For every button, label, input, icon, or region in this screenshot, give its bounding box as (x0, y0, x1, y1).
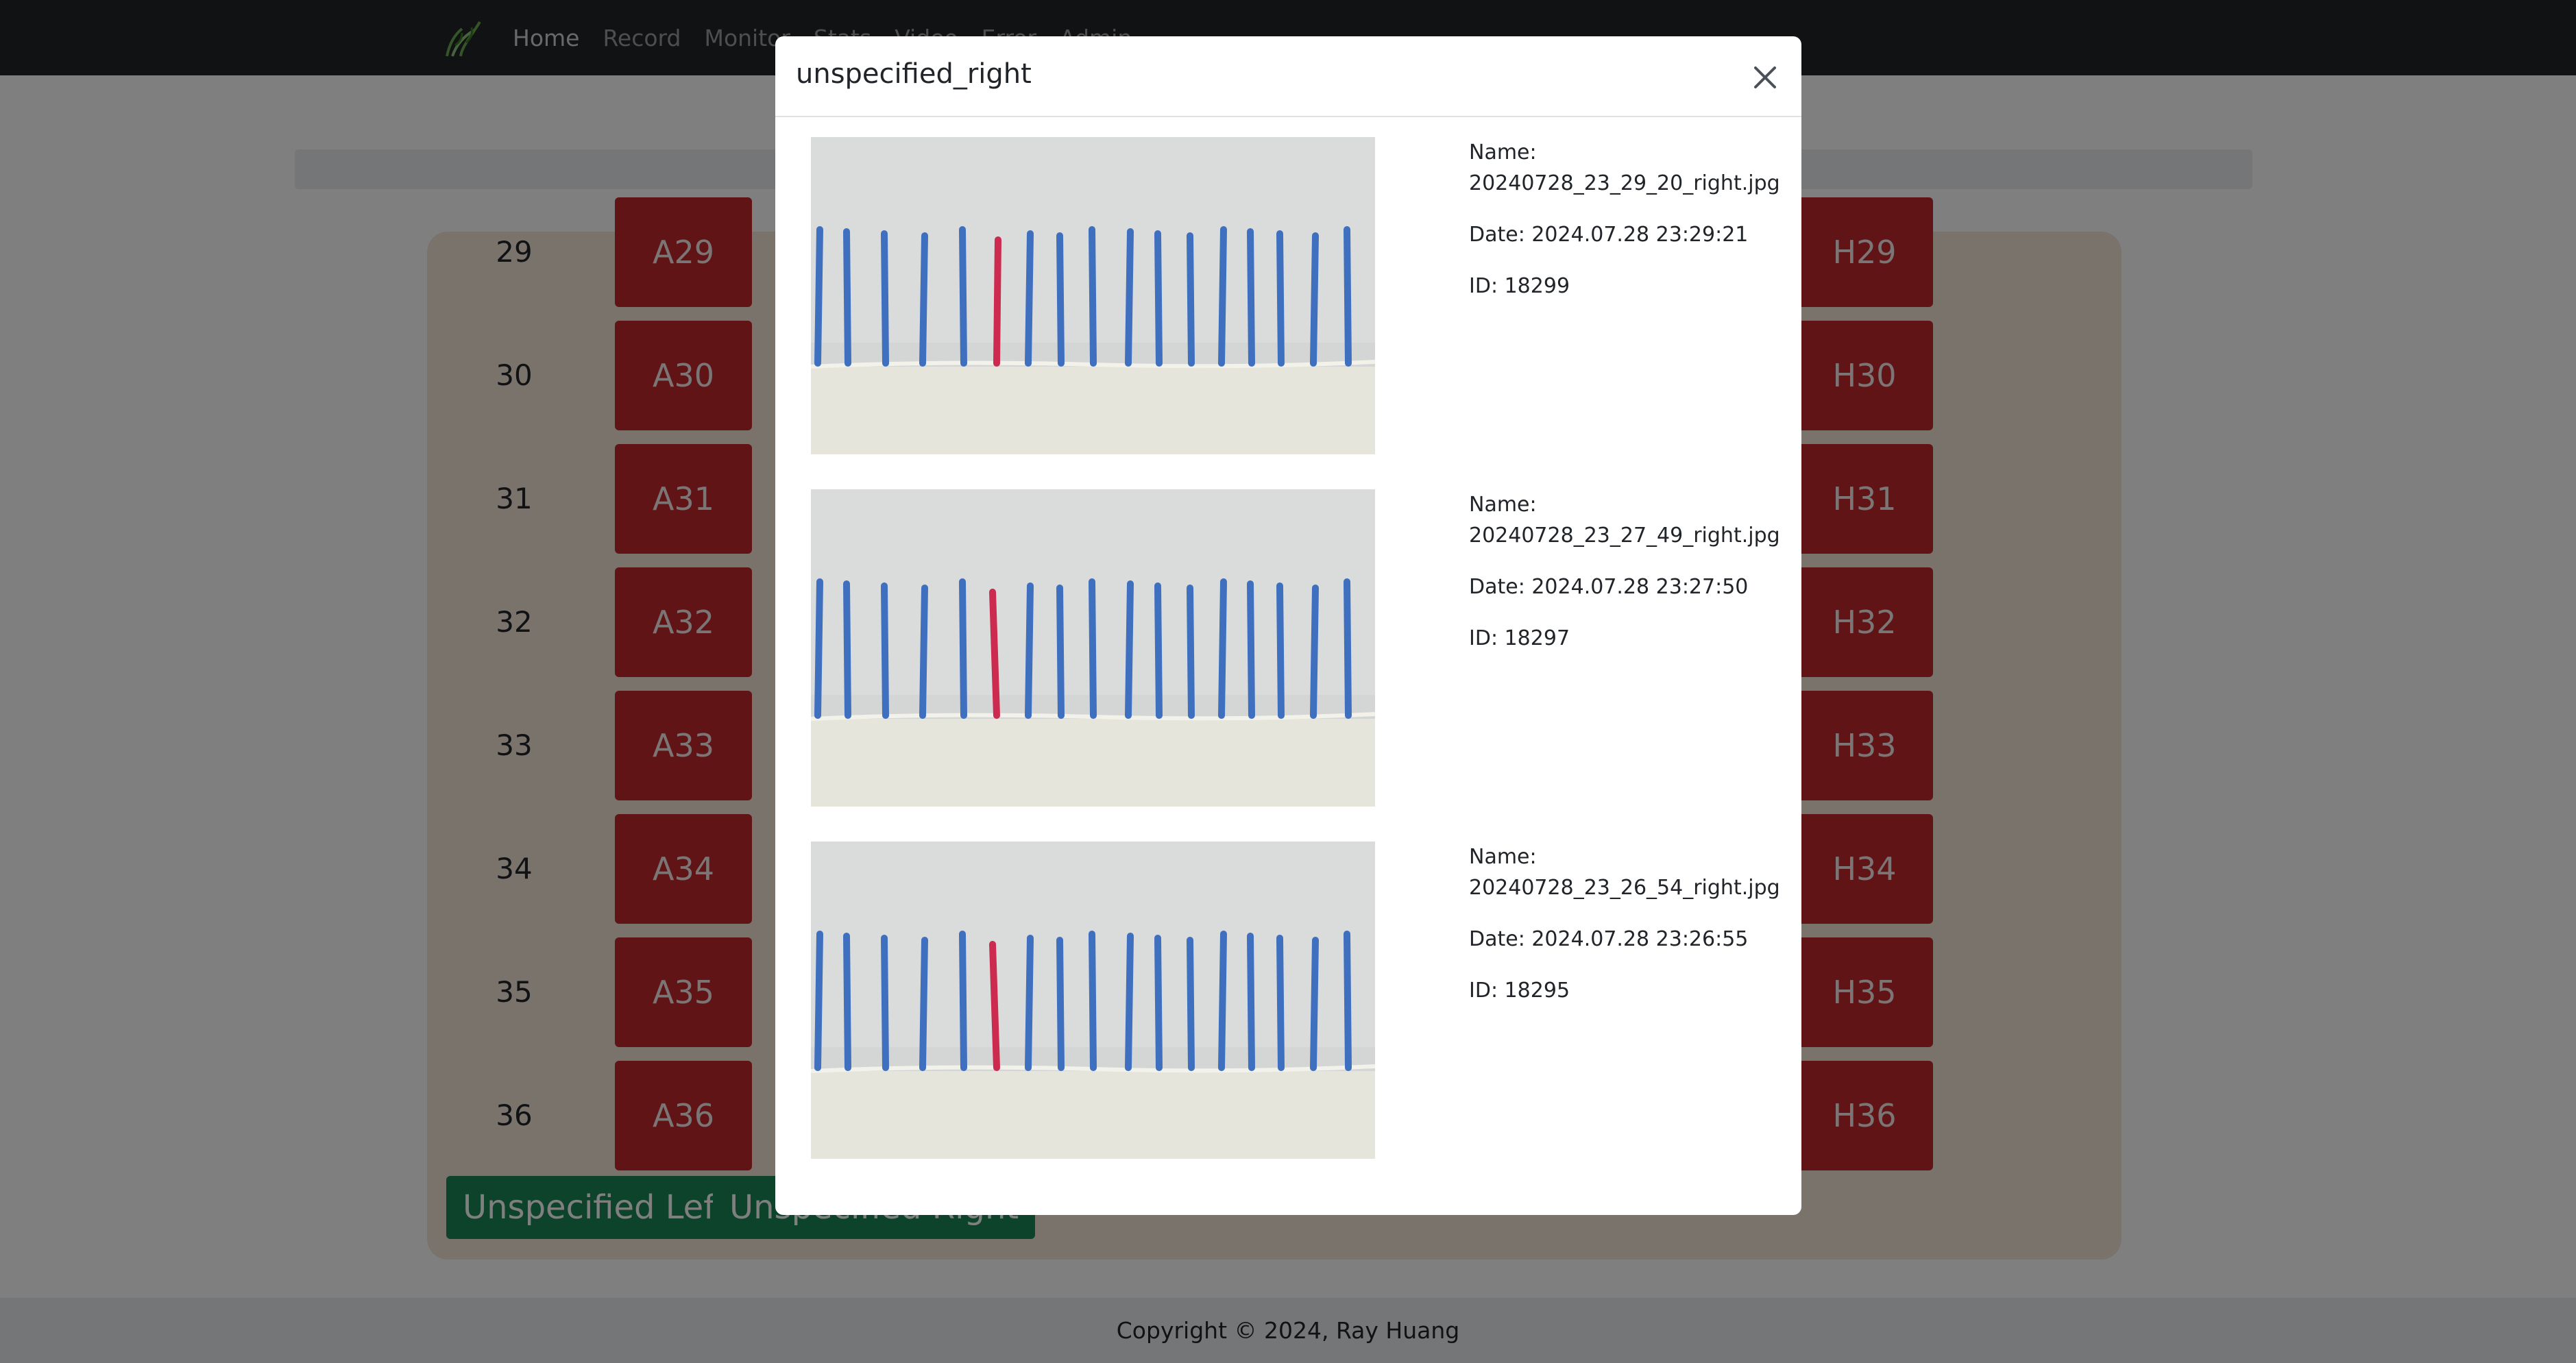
blue-seedling-stick (1154, 582, 1163, 719)
blue-seedling-stick (1125, 933, 1134, 1071)
blue-seedling-stick (959, 226, 967, 367)
blue-seedling-stick (881, 582, 889, 719)
blue-seedling-stick (881, 935, 889, 1071)
image-id: ID: 18297 (1469, 626, 1570, 650)
blue-seedling-stick (1218, 931, 1227, 1071)
capture-date: Date: 2024.07.28 23:29:21 (1469, 223, 1749, 247)
blue-seedling-stick (1025, 582, 1034, 719)
close-icon[interactable] (1749, 61, 1782, 94)
blue-seedling-stick (1276, 582, 1285, 719)
image-id: ID: 18299 (1469, 274, 1570, 298)
blue-seedling-stick (881, 230, 889, 367)
blue-seedling-stick (1154, 230, 1163, 367)
seedling-photo[interactable] (811, 489, 1375, 807)
blue-seedling-stick (1310, 937, 1319, 1071)
image-entry: Name: 20240728_23_29_20_right.jpg Date: … (811, 137, 1784, 456)
modal-title: unspecified_right (796, 58, 1032, 90)
blue-seedling-stick (843, 933, 851, 1071)
blue-seedling-stick (1187, 232, 1195, 367)
capture-date: Date: 2024.07.28 23:27:50 (1469, 575, 1749, 599)
blue-seedling-stick (1218, 578, 1227, 719)
blue-seedling-stick (1089, 578, 1097, 719)
image-entry: Name: 20240728_23_27_49_right.jpg Date: … (811, 489, 1784, 808)
seedling-photo[interactable] (811, 137, 1375, 454)
name-label: Name: (1469, 845, 1537, 869)
red-seedling-stick (989, 941, 1000, 1071)
blue-seedling-stick (1187, 937, 1195, 1071)
modal-header: unspecified_right (775, 36, 1801, 117)
blue-seedling-stick (1276, 230, 1285, 367)
name-label: Name: (1469, 140, 1537, 164)
file-name: 20240728_23_29_20_right.jpg (1469, 171, 1780, 195)
blue-seedling-stick (814, 226, 823, 367)
red-seedling-stick (993, 236, 1001, 367)
blue-seedling-stick (1125, 580, 1134, 719)
blue-seedling-stick (814, 931, 823, 1071)
blue-seedling-stick (959, 931, 967, 1071)
blue-seedling-stick (919, 232, 928, 367)
blue-seedling-stick (919, 585, 928, 719)
name-label: Name: (1469, 493, 1537, 517)
blue-seedling-stick (1089, 226, 1097, 367)
blue-seedling-stick (1056, 585, 1065, 719)
blue-seedling-stick (814, 578, 823, 719)
seedling-photo[interactable] (811, 842, 1375, 1159)
blue-seedling-stick (1247, 228, 1255, 367)
image-meta: Name: 20240728_23_26_54_right.jpg Date: … (1469, 842, 1780, 1027)
blue-seedling-stick (1344, 578, 1352, 719)
image-id: ID: 18295 (1469, 979, 1570, 1003)
blue-seedling-stick (1125, 228, 1134, 367)
blue-seedling-stick (1310, 585, 1319, 719)
file-name: 20240728_23_27_49_right.jpg (1469, 524, 1780, 548)
image-meta: Name: 20240728_23_27_49_right.jpg Date: … (1469, 489, 1780, 674)
file-name: 20240728_23_26_54_right.jpg (1469, 876, 1780, 900)
blue-seedling-stick (1056, 232, 1065, 367)
blue-seedling-stick (1310, 232, 1319, 367)
blue-seedling-stick (1025, 935, 1034, 1071)
blue-seedling-stick (1056, 937, 1065, 1071)
blue-seedling-stick (959, 578, 967, 719)
red-seedling-stick (989, 589, 1000, 719)
blue-seedling-stick (1154, 935, 1163, 1071)
blue-seedling-stick (1276, 935, 1285, 1071)
blue-seedling-stick (1344, 931, 1352, 1071)
image-entry: Name: 20240728_23_26_54_right.jpg Date: … (811, 842, 1784, 1160)
blue-seedling-stick (1218, 226, 1227, 367)
image-modal: unspecified_right Name: 20240728_23_29_2… (775, 36, 1801, 1215)
blue-seedling-stick (843, 580, 851, 719)
capture-date: Date: 2024.07.28 23:26:55 (1469, 927, 1749, 951)
blue-seedling-stick (1247, 580, 1255, 719)
blue-seedling-stick (843, 228, 851, 367)
blue-seedling-stick (919, 937, 928, 1071)
blue-seedling-stick (1344, 226, 1352, 367)
image-meta: Name: 20240728_23_29_20_right.jpg Date: … (1469, 137, 1780, 322)
blue-seedling-stick (1187, 585, 1195, 719)
blue-seedling-stick (1025, 230, 1034, 367)
blue-seedling-stick (1247, 933, 1255, 1071)
blue-seedling-stick (1089, 931, 1097, 1071)
